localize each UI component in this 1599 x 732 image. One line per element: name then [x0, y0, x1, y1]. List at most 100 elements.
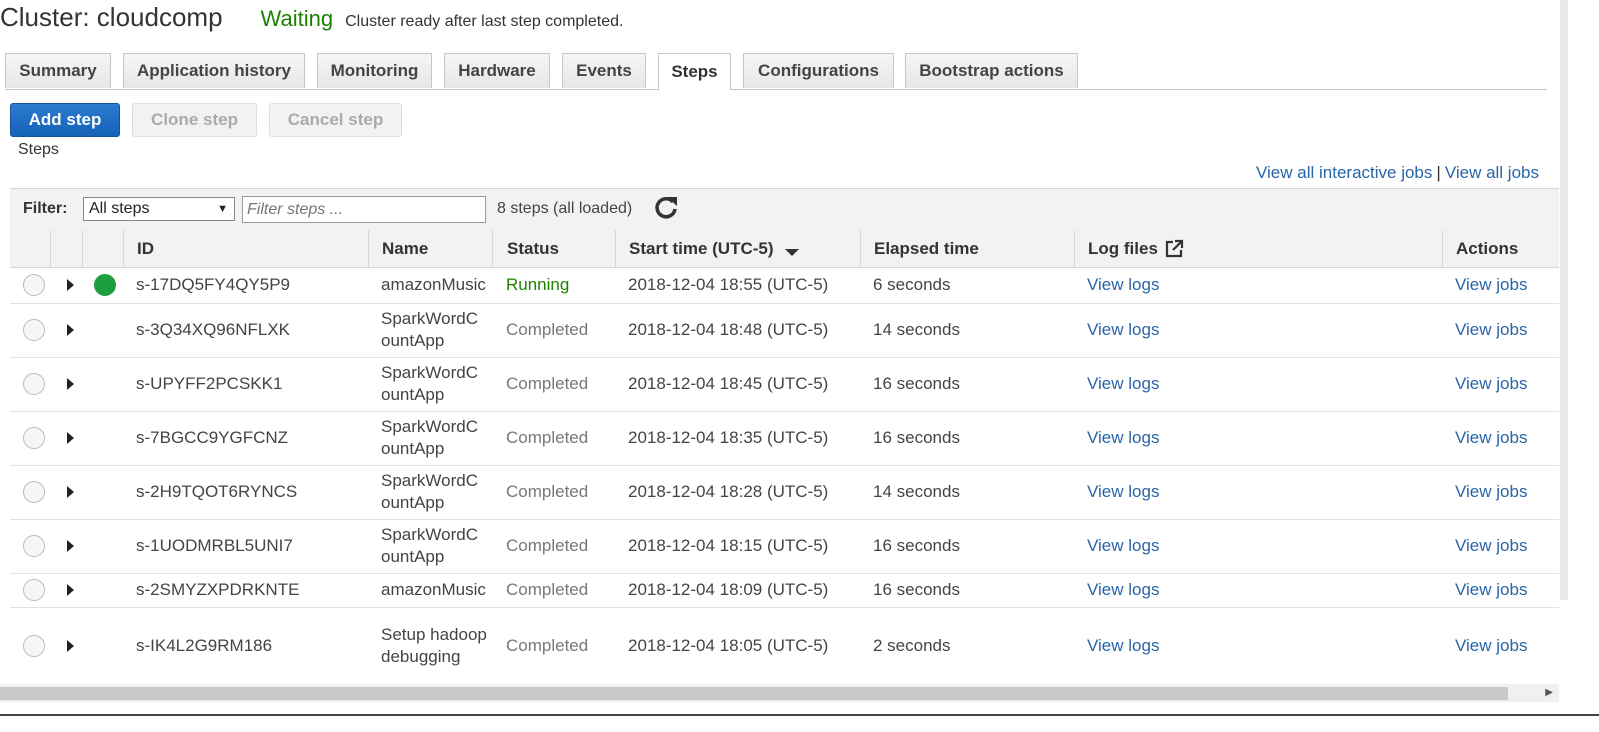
view-jobs-link[interactable]: View jobs — [1455, 357, 1527, 411]
row-select-radio[interactable] — [23, 579, 45, 601]
row-select-radio[interactable] — [23, 535, 45, 557]
step-start-time: 2018-12-04 18:05 (UTC-5) — [628, 635, 829, 655]
step-status: Running — [506, 275, 570, 294]
view-jobs-link[interactable]: View jobs — [1455, 267, 1527, 303]
tab-hardware[interactable]: Hardware — [444, 53, 550, 88]
horizontal-scrollbar-thumb[interactable] — [0, 687, 1508, 700]
row-select-radio[interactable] — [23, 274, 45, 296]
filter-steps-input[interactable] — [242, 196, 486, 223]
column-header-actions: Actions — [1456, 238, 1519, 258]
step-start-time: 2018-12-04 18:09 (UTC-5) — [628, 580, 829, 599]
expand-row-icon[interactable] — [67, 639, 74, 652]
horizontal-scrollbar[interactable]: ▶ — [0, 684, 1559, 702]
column-header-elapsed-time[interactable]: Elapsed time — [874, 230, 979, 267]
step-name: SparkWordC ountApp — [381, 471, 478, 512]
row-select-radio[interactable] — [23, 427, 45, 449]
clone-step-button[interactable]: Clone step — [132, 103, 257, 137]
expand-row-icon[interactable] — [67, 378, 74, 390]
steps-section-label: Steps — [18, 141, 59, 158]
expand-row-icon[interactable] — [67, 324, 74, 336]
external-link-icon[interactable] — [1164, 239, 1184, 259]
tab-bar: Summary Application history Monitoring H… — [5, 53, 1547, 90]
view-logs-link[interactable]: View logs — [1087, 357, 1159, 411]
expand-row-icon[interactable] — [67, 432, 74, 444]
step-name: SparkWordC ountApp — [381, 363, 478, 404]
step-name: amazonMusic — [381, 275, 486, 294]
view-all-jobs-link[interactable]: View all jobs — [1445, 163, 1539, 182]
expand-row-icon[interactable] — [67, 584, 74, 596]
view-all-interactive-jobs-link[interactable]: View all interactive jobs — [1256, 163, 1432, 182]
view-logs-link[interactable]: View logs — [1087, 465, 1159, 519]
step-id: s-7BGCC9YGFCNZ — [136, 428, 289, 447]
table-row[interactable]: s-1UODMRBL5UNI7 SparkWordC ountApp Compl… — [10, 519, 1559, 574]
step-start-time: 2018-12-04 18:55 (UTC-5) — [628, 275, 829, 294]
table-row[interactable]: s-UPYFF2PCSKK1 SparkWordC ountApp Comple… — [10, 357, 1559, 412]
view-jobs-link[interactable]: View jobs — [1455, 411, 1527, 465]
step-name: Setup hadoop debugging — [381, 624, 487, 666]
steps-table-header: ID Name Status Start time (UTC-5) Elapse… — [10, 230, 1559, 268]
column-header-log-files-label: Log files — [1088, 238, 1158, 258]
tab-application-history[interactable]: Application history — [123, 53, 305, 88]
table-row[interactable]: s-17DQ5FY4QY5P9 amazonMusic Running 2018… — [10, 267, 1559, 304]
dropdown-arrow-icon: ▼ — [217, 203, 228, 215]
view-logs-link[interactable]: View logs — [1087, 519, 1159, 573]
table-row[interactable]: s-3Q34XQ96NFLXK SparkWordC ountApp Compl… — [10, 303, 1559, 358]
view-jobs-link[interactable]: View jobs — [1455, 607, 1527, 684]
view-logs-link[interactable]: View logs — [1087, 267, 1159, 303]
view-logs-link[interactable]: View logs — [1087, 573, 1159, 607]
step-name: SparkWordC ountApp — [381, 525, 478, 566]
view-jobs-link[interactable]: View jobs — [1455, 303, 1527, 357]
vertical-scrollbar[interactable] — [1560, 0, 1568, 600]
step-id: s-2SMYZXPDRKNTE — [136, 580, 300, 599]
add-step-button[interactable]: Add step — [10, 103, 120, 137]
view-jobs-link[interactable]: View jobs — [1455, 519, 1527, 573]
step-status: Completed — [506, 580, 589, 599]
step-status: Completed — [506, 374, 589, 393]
view-jobs-link[interactable]: View jobs — [1455, 465, 1527, 519]
step-elapsed-time: 14 seconds — [873, 482, 960, 501]
tab-bootstrap-actions[interactable]: Bootstrap actions — [905, 53, 1078, 88]
step-status: Completed — [506, 320, 589, 339]
view-jobs-link[interactable]: View jobs — [1455, 573, 1527, 607]
view-logs-link[interactable]: View logs — [1087, 303, 1159, 357]
step-elapsed-time: 14 seconds — [873, 320, 960, 339]
tab-configurations[interactable]: Configurations — [743, 53, 894, 88]
table-row[interactable]: s-2SMYZXPDRKNTE amazonMusic Completed 20… — [10, 573, 1559, 608]
row-select-radio[interactable] — [23, 373, 45, 395]
expand-row-icon[interactable] — [67, 540, 74, 552]
step-elapsed-time: 16 seconds — [873, 580, 960, 599]
column-header-name[interactable]: Name — [382, 230, 428, 267]
step-name: SparkWordC ountApp — [381, 417, 478, 458]
step-start-time: 2018-12-04 18:28 (UTC-5) — [628, 482, 829, 501]
table-row[interactable]: s-2H9TQOT6RYNCS SparkWordC ountApp Compl… — [10, 465, 1559, 520]
table-row[interactable]: s-7BGCC9YGFCNZ SparkWordC ountApp Comple… — [10, 411, 1559, 466]
job-links: View all interactive jobs | View all jobs — [1256, 163, 1539, 183]
step-status: Completed — [506, 482, 589, 501]
row-select-radio[interactable] — [23, 634, 45, 657]
expand-row-icon[interactable] — [67, 486, 74, 498]
table-row[interactable]: s-IK4L2G9RM186 Setup hadoop debugging Co… — [10, 607, 1559, 685]
step-id: s-UPYFF2PCSKK1 — [136, 374, 283, 393]
step-id: s-17DQ5FY4QY5P9 — [136, 275, 291, 294]
column-header-id[interactable]: ID — [137, 230, 154, 267]
view-logs-link[interactable]: View logs — [1087, 607, 1159, 684]
row-select-radio[interactable] — [23, 319, 45, 341]
running-status-icon — [94, 274, 116, 296]
column-header-status[interactable]: Status — [507, 230, 559, 267]
step-status: Completed — [506, 536, 589, 555]
step-elapsed-time: 6 seconds — [873, 275, 951, 294]
expand-row-icon[interactable] — [67, 279, 74, 291]
refresh-icon[interactable] — [652, 193, 680, 223]
tab-events[interactable]: Events — [562, 53, 646, 88]
column-header-log-files[interactable]: Log files — [1088, 230, 1184, 267]
tab-summary[interactable]: Summary — [5, 53, 111, 88]
tab-steps[interactable]: Steps — [658, 53, 731, 90]
cancel-step-button[interactable]: Cancel step — [269, 103, 402, 137]
tab-monitoring[interactable]: Monitoring — [317, 53, 432, 88]
view-logs-link[interactable]: View logs — [1087, 411, 1159, 465]
column-header-start-time[interactable]: Start time (UTC-5) — [629, 230, 800, 267]
row-select-radio[interactable] — [23, 481, 45, 503]
scroll-right-icon[interactable]: ▶ — [1545, 687, 1553, 698]
sort-descending-icon — [784, 248, 799, 256]
filter-select[interactable]: All steps ▼ — [83, 197, 235, 221]
